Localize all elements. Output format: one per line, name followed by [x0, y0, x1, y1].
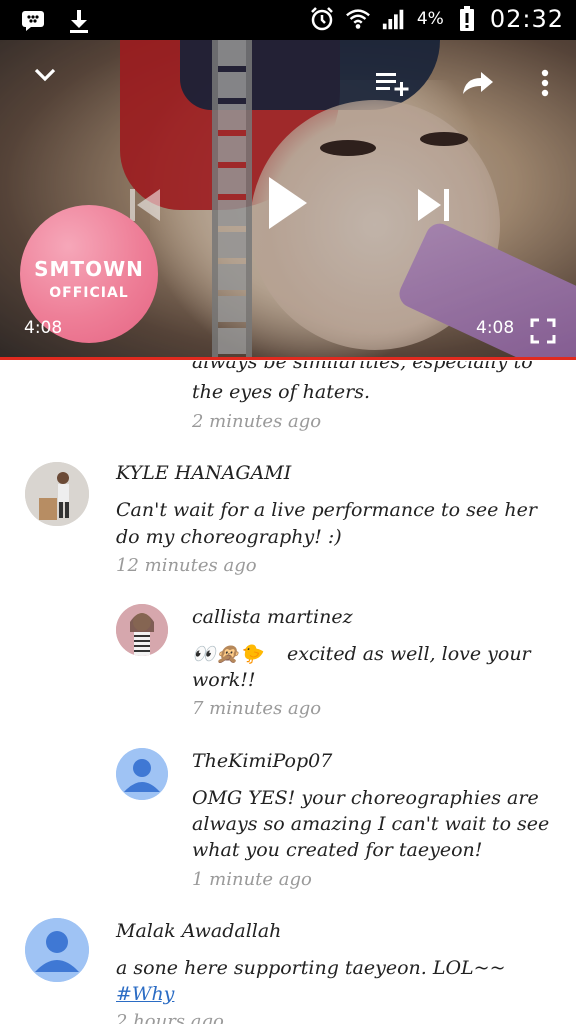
comment-emoji: 👀🙊🐤: [192, 643, 263, 665]
commenter-name[interactable]: Malak Awadallah: [116, 920, 281, 942]
download-icon: [66, 8, 92, 34]
comment-timestamp: 1 minute ago: [192, 869, 312, 890]
share-icon[interactable]: [458, 66, 498, 100]
avatar[interactable]: [25, 918, 89, 982]
commenter-name[interactable]: callista martinez: [192, 606, 353, 628]
battery-low-icon: [454, 6, 480, 32]
badge-line2: OFFICIAL: [49, 285, 129, 301]
comment-timestamp: 12 minutes ago: [116, 555, 257, 576]
comment-timestamp: 7 minutes ago: [192, 698, 322, 719]
badge-line1: SMTOWN: [34, 257, 144, 281]
hashtag-link[interactable]: #Why: [116, 981, 174, 1008]
comment-text: the eyes of haters.: [192, 381, 370, 403]
comments-list[interactable]: always be similarities, especially to th…: [0, 361, 576, 1024]
next-icon[interactable]: [412, 180, 456, 230]
video-player[interactable]: SMTOWN OFFICIAL 4:08 4:08: [0, 40, 576, 360]
bbm-notification-icon: [20, 8, 46, 34]
progress-bar[interactable]: [0, 357, 576, 360]
comment-timestamp: 2 minutes ago: [192, 411, 322, 432]
comment-text: Can't wait for a live performance to see…: [116, 499, 537, 521]
avatar[interactable]: [116, 604, 168, 656]
comment-text: a sone here supporting taeyeon. LOL~~: [116, 957, 506, 979]
more-options-icon[interactable]: [530, 66, 560, 100]
minimize-chevron-icon[interactable]: [28, 58, 62, 92]
comment-text: what you created for taeyeon!: [192, 839, 483, 861]
comment-text: do my choreography! :): [116, 526, 342, 548]
clock: 02:32: [489, 5, 564, 33]
status-bar: 4% 02:32: [0, 0, 576, 40]
battery-percent: 4%: [416, 9, 444, 29]
comment-text: work!!: [192, 669, 256, 691]
play-icon[interactable]: [262, 172, 312, 234]
comment-text: always so amazing I can't wait to see: [192, 813, 550, 835]
elapsed-time: 4:08: [24, 318, 63, 338]
avatar[interactable]: [116, 748, 168, 800]
add-to-playlist-icon[interactable]: [372, 66, 412, 100]
comment-text: always be similarities, especially to: [192, 361, 533, 373]
wifi-icon: [345, 6, 371, 32]
commenter-name[interactable]: TheKimiPop07: [192, 750, 332, 772]
fullscreen-icon[interactable]: [528, 316, 558, 346]
comment-text: excited as well, love your: [287, 643, 531, 665]
signal-icon: [381, 6, 407, 32]
comment-text: OMG YES! your choreographies are: [192, 787, 539, 809]
comment-timestamp: 2 hours ago: [116, 1011, 224, 1024]
avatar[interactable]: [25, 462, 89, 526]
alarm-icon: [309, 6, 335, 32]
commenter-name[interactable]: KYLE HANAGAMI: [116, 462, 291, 484]
total-duration: 4:08: [476, 318, 515, 338]
